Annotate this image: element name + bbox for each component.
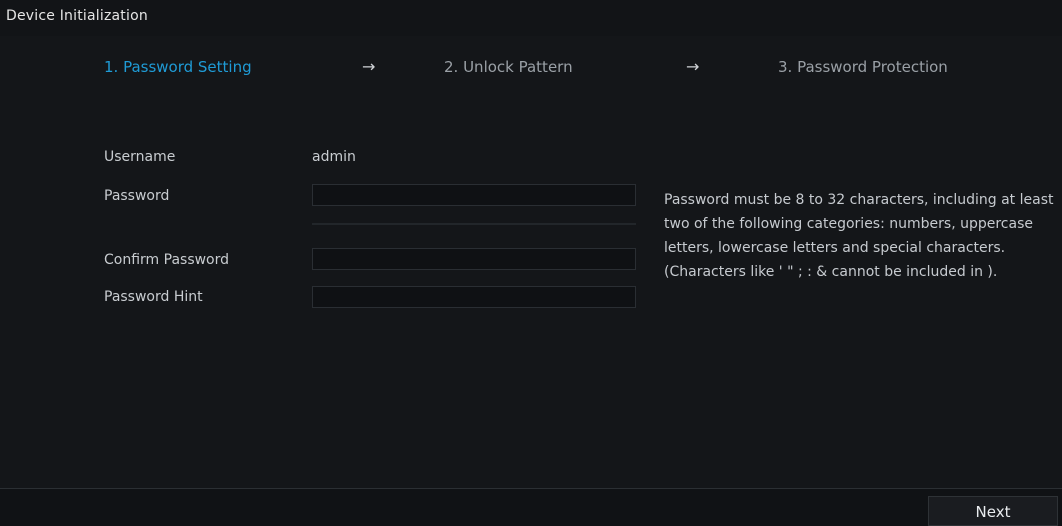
password-hint-label: Password Hint — [104, 289, 203, 305]
title-bar: Device Initialization — [0, 0, 1062, 36]
confirm-password-field[interactable] — [312, 248, 636, 270]
wizard-steps: 1. Password Setting → 2. Unlock Pattern … — [0, 57, 1062, 86]
next-button[interactable]: Next — [928, 496, 1058, 526]
device-initialization-window: Device Initialization 1. Password Settin… — [0, 0, 1062, 526]
step-unlock-pattern: 2. Unlock Pattern — [444, 58, 573, 76]
step-password-protection: 3. Password Protection — [778, 58, 948, 76]
footer-bar — [0, 488, 1062, 526]
confirm-password-label: Confirm Password — [104, 252, 230, 268]
password-strength-bar — [312, 223, 636, 225]
password-label: Password — [104, 188, 170, 204]
password-hint-field[interactable] — [312, 286, 636, 308]
arrow-right-icon: → — [362, 57, 376, 76]
arrow-right-icon: → — [686, 57, 700, 76]
password-rules-text: Password must be 8 to 32 characters, inc… — [664, 192, 1054, 280]
step-password-setting: 1. Password Setting — [104, 58, 252, 76]
username-value: admin — [312, 149, 356, 165]
username-label: Username — [104, 149, 176, 165]
password-field[interactable] — [312, 184, 636, 206]
window-title: Device Initialization — [6, 8, 148, 24]
